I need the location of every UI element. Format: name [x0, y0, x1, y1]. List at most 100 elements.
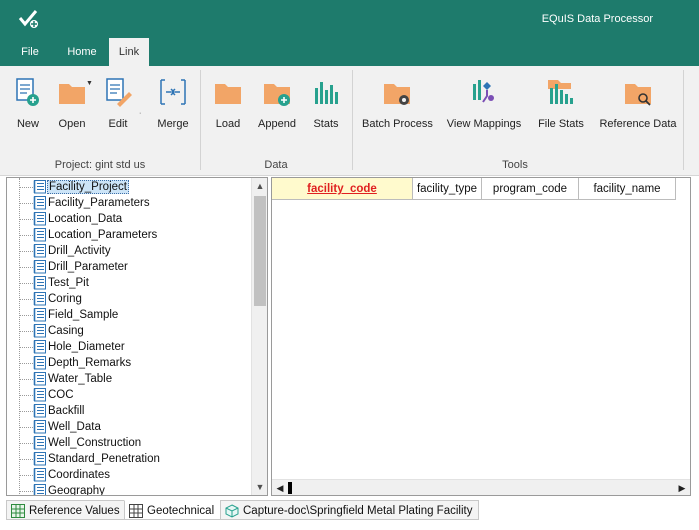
tree-connector — [19, 331, 33, 332]
tree-connector — [19, 411, 33, 412]
new-button[interactable]: New — [8, 76, 48, 138]
tree-connector — [19, 187, 33, 188]
tree-item[interactable]: Facility_Project — [7, 179, 257, 195]
scroll-down-arrow-icon[interactable]: ▼ — [252, 479, 267, 495]
tab-reference-values[interactable]: Reference Values — [6, 500, 127, 520]
data-grid[interactable]: facility_code facility_type program_code… — [271, 177, 691, 496]
tree-connector — [19, 427, 33, 428]
bar-chart-icon — [315, 82, 338, 104]
tree-item[interactable]: Field_Sample — [7, 307, 257, 323]
tree-item[interactable]: Backfill — [7, 403, 257, 419]
tree-item-label: Location_Data — [48, 213, 123, 225]
tree-connector — [19, 283, 33, 284]
tree-item-label: Well_Construction — [48, 437, 142, 449]
tree-item[interactable]: COC — [7, 387, 257, 403]
ribbon: New Open ▼ Edit · Merge Project: gint st… — [0, 66, 699, 176]
tree-item[interactable]: Facility_Parameters — [7, 195, 257, 211]
ribbon-separator — [352, 70, 353, 170]
scroll-up-arrow-icon[interactable]: ▲ — [252, 178, 267, 194]
tree-connector — [19, 395, 33, 396]
tab-capture-doc-label: Capture-doc\Springfield Metal Plating Fa… — [243, 505, 473, 517]
tree-item-label: Coordinates — [48, 469, 111, 481]
tools-group-label: Tools — [502, 159, 528, 171]
load-button[interactable]: Load — [210, 76, 246, 138]
folder-add-icon — [264, 84, 290, 106]
table-file-icon — [33, 260, 46, 274]
table-file-icon — [33, 356, 46, 370]
tab-link[interactable]: Link — [109, 38, 149, 66]
scroll-left-arrow-icon[interactable]: ◀ — [272, 480, 288, 496]
tab-geotechnical-label: Geotechnical — [147, 505, 215, 517]
folder-open-icon — [59, 84, 85, 104]
new-label: New — [16, 118, 39, 130]
tree-item[interactable]: Well_Construction — [7, 435, 257, 451]
tree-item[interactable]: Depth_Remarks — [7, 355, 257, 371]
tree-item-label: Coring — [48, 293, 82, 305]
tree-vertical-scrollbar[interactable]: ▲ ▼ — [251, 178, 267, 495]
table-file-icon — [33, 436, 46, 450]
table-file-icon — [33, 244, 46, 258]
grid-scroll-thumb[interactable] — [288, 482, 292, 494]
tab-capture-doc[interactable]: Capture-doc\Springfield Metal Plating Fa… — [220, 500, 480, 520]
tree-item[interactable]: Location_Data — [7, 211, 257, 227]
tree-item[interactable]: Drill_Activity — [7, 243, 257, 259]
tree-item[interactable]: Hole_Diameter — [7, 339, 257, 355]
table-tree[interactable]: Facility_Project Facility_Parameters Locat… — [6, 177, 268, 496]
tree-item[interactable]: Coordinates — [7, 467, 257, 483]
view-mappings-button[interactable]: View Mappings — [444, 76, 524, 138]
open-dropdown-icon[interactable]: ▼ — [86, 80, 93, 87]
table-file-icon — [33, 292, 46, 306]
batch-process-label: Batch Process — [362, 118, 433, 130]
tree-connector — [19, 315, 33, 316]
tree-item[interactable]: Location_Parameters — [7, 227, 257, 243]
edit-document-icon — [106, 78, 132, 107]
tree-connector — [19, 443, 33, 444]
tree-item[interactable]: Drill_Parameter — [7, 259, 257, 275]
column-header-program-code[interactable]: program_code — [482, 178, 579, 200]
new-file-icon — [16, 78, 39, 106]
table-file-icon — [33, 308, 46, 322]
merge-button[interactable]: Merge — [152, 76, 194, 138]
reference-data-button[interactable]: Reference Data — [598, 76, 678, 138]
tree-item-label: Backfill — [48, 405, 85, 417]
mappings-icon — [473, 80, 494, 103]
tree-item-label: Water_Table — [48, 373, 113, 385]
merge-label: Merge — [157, 118, 189, 130]
column-header-facility-type[interactable]: facility_type — [413, 178, 482, 200]
tab-home[interactable]: Home — [58, 38, 106, 66]
tree-item-label: Drill_Activity — [48, 245, 111, 257]
tree-item[interactable]: Well_Data — [7, 419, 257, 435]
stats-button[interactable]: Stats — [308, 76, 344, 138]
tree-connector — [19, 299, 33, 300]
grid-horizontal-scrollbar[interactable]: ◀ ▶ — [272, 479, 690, 495]
tree-item[interactable]: Geography — [7, 483, 257, 495]
tab-file[interactable]: File — [8, 38, 52, 66]
tab-geotechnical[interactable]: Geotechnical — [124, 500, 222, 520]
edit-dropdown-icon[interactable]: · — [139, 110, 141, 117]
reference-data-label: Reference Data — [599, 118, 677, 130]
tree-item-label: Well_Data — [48, 421, 101, 433]
column-header-facility-code[interactable]: facility_code — [272, 178, 413, 200]
tree-item[interactable]: Coring — [7, 291, 257, 307]
tree-scroll-thumb[interactable] — [254, 196, 266, 306]
folder-icon — [215, 84, 241, 104]
table-file-icon — [33, 340, 46, 354]
table-file-icon — [33, 276, 46, 290]
table-file-icon — [33, 212, 46, 226]
tree-item[interactable]: Casing — [7, 323, 257, 339]
batch-process-button[interactable]: Batch Process — [362, 76, 433, 138]
tree-item[interactable]: Test_Pit — [7, 275, 257, 291]
open-label: Open — [58, 118, 86, 130]
tree-connector — [19, 235, 33, 236]
tree-connector — [19, 475, 33, 476]
tree-item-label: Facility_Parameters — [48, 197, 150, 209]
append-button[interactable]: Append — [254, 76, 300, 138]
scroll-right-arrow-icon[interactable]: ▶ — [674, 480, 690, 496]
edit-button[interactable]: Edit — [98, 76, 138, 138]
load-label: Load — [215, 118, 241, 130]
column-header-facility-name[interactable]: facility_name — [579, 178, 676, 200]
tree-item[interactable]: Water_Table — [7, 371, 257, 387]
tree-item[interactable]: Standard_Penetration — [7, 451, 257, 467]
table-file-icon — [33, 196, 46, 210]
file-stats-button[interactable]: File Stats — [536, 76, 586, 138]
